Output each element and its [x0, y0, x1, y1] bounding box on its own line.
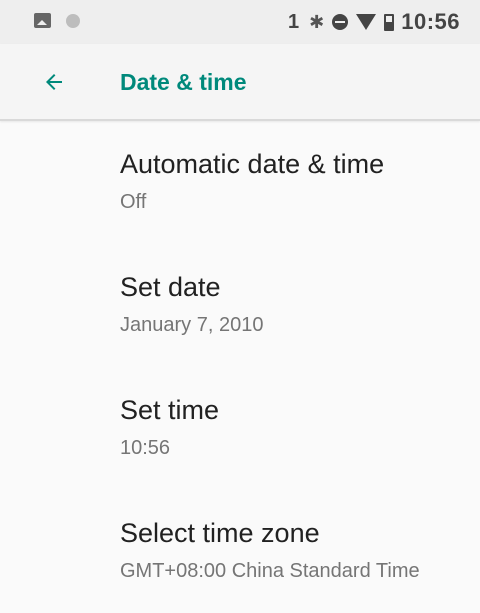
notification-icons	[34, 13, 80, 28]
preference-title: Set date	[120, 272, 221, 302]
system-icons: 1 ✱ 10:56	[288, 8, 460, 36]
page-title: Date & time	[120, 69, 247, 95]
preference-title: Select time zone	[120, 518, 320, 548]
select-time-zone-item[interactable]: Select time zone GMT+08:00 China Standar…	[0, 490, 480, 613]
back-button[interactable]	[38, 66, 70, 98]
bluetooth-icon: ✱	[309, 11, 325, 32]
automatic-date-time-item[interactable]: Automatic date & time Off	[0, 121, 480, 244]
status-bar: 1 ✱ 10:56	[0, 0, 480, 44]
preference-title: Automatic date & time	[120, 149, 385, 179]
circle-notification-icon	[66, 13, 80, 28]
sim-slot-label: 1	[288, 10, 300, 33]
set-date-item[interactable]: Set date January 7, 2010	[0, 244, 480, 367]
battery-icon	[384, 13, 395, 31]
app-bar: Date & time	[0, 44, 480, 121]
gallery-notification-icon	[34, 13, 51, 28]
preference-title: Set time	[120, 395, 220, 425]
preference-summary: GMT+08:00 China Standard Time	[120, 560, 420, 582]
wifi-icon	[356, 14, 377, 30]
do-not-disturb-icon	[332, 14, 349, 30]
preference-summary: Off	[120, 191, 147, 213]
arrow-left-icon	[46, 74, 62, 90]
preference-summary: 10:56	[120, 437, 171, 459]
set-time-item[interactable]: Set time 10:56	[0, 367, 480, 490]
status-time: 10:56	[401, 9, 460, 34]
preference-summary: January 7, 2010	[120, 314, 264, 336]
preference-list: Automatic date & time Off Set date Janua…	[0, 121, 480, 613]
